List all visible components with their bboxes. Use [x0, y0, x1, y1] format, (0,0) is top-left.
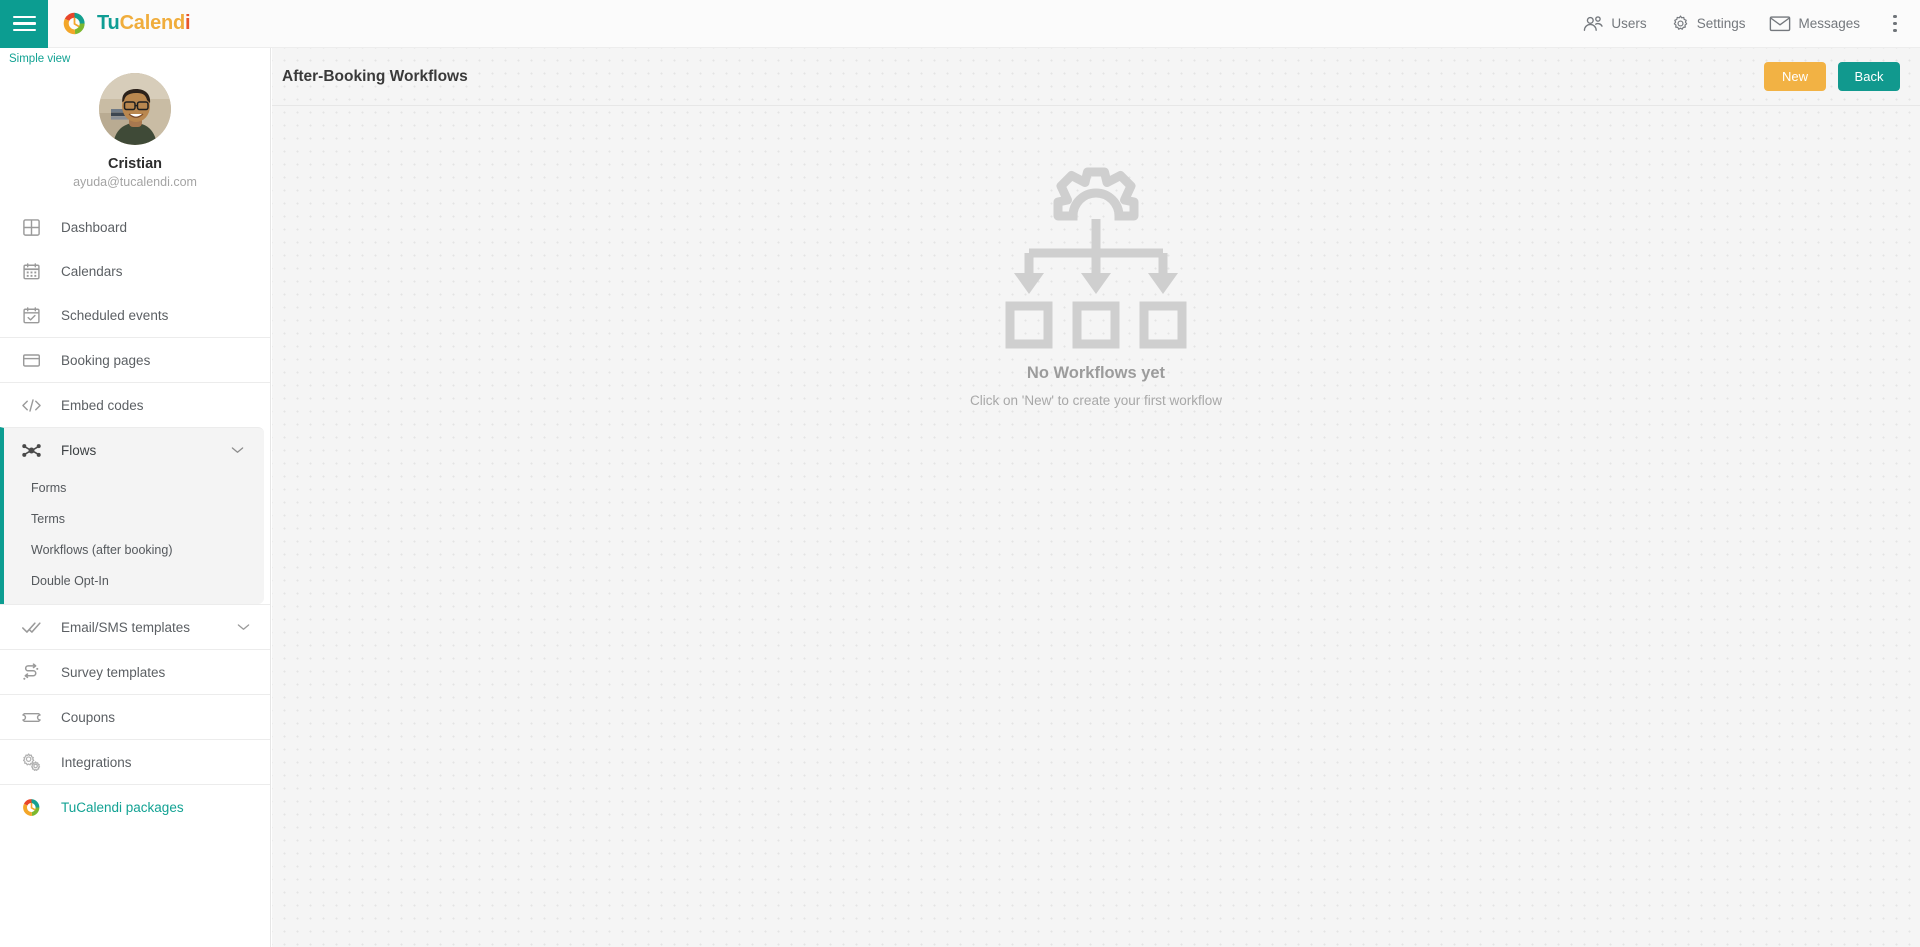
sidebar-item-label: TuCalendi packages [61, 799, 184, 815]
sidebar-item-booking-pages[interactable]: Booking pages [0, 338, 270, 382]
empty-state: No Workflows yet Click on 'New' to creat… [272, 106, 1920, 408]
sidebar-item-label: Email/SMS templates [61, 619, 191, 635]
hamburger-line [12, 15, 36, 19]
main-content: After-Booking Workflows New Back No Work… [272, 48, 1920, 947]
sidebar-item-label: Dashboard [61, 219, 128, 235]
sidebar-item-survey-templates[interactable]: Survey templates [0, 650, 270, 694]
profile-name: Cristian [108, 156, 162, 172]
empty-state-title: No Workflows yet [1026, 364, 1166, 382]
sidebar-subitem-workflows-after-booking[interactable]: Workflows (after booking) [4, 534, 264, 565]
sidebar-subitem-label: Terms [31, 511, 66, 526]
sidebar-item-scheduled-events[interactable]: Scheduled events [0, 293, 270, 337]
sidebar-item-label: Embed codes [61, 397, 144, 413]
sidebar-subitem-label: Workflows (after booking) [31, 542, 173, 557]
envelope-icon [1770, 16, 1791, 32]
page-header: After-Booking Workflows New Back [272, 48, 1920, 106]
empty-state-subtitle: Click on 'New' to create your first work… [970, 393, 1222, 408]
back-button[interactable]: Back [1838, 62, 1900, 91]
tucalendi-logo-icon [18, 797, 44, 818]
sidebar-subitem-terms[interactable]: Terms [4, 503, 264, 534]
profile-email: ayuda@tucalendi.com [73, 175, 197, 189]
nav-group: Dashboard Calendars Scheduled events [0, 205, 270, 337]
brand-text-i: i [185, 12, 191, 34]
avatar[interactable] [99, 73, 171, 145]
kebab-menu-icon[interactable] [1878, 0, 1912, 48]
page-header-actions: New Back [1764, 62, 1900, 91]
sidebar-item-label: Scheduled events [61, 307, 169, 323]
sidebar-item-label: Survey templates [61, 664, 166, 680]
gear-icon [1673, 15, 1687, 30]
sidebar-item-email-sms-templates[interactable]: Email/SMS templates [0, 605, 270, 649]
dashboard-grid-icon [18, 218, 44, 237]
messages-button[interactable]: Messages [1757, 0, 1872, 48]
tucalendi-logo-icon [63, 12, 85, 35]
hamburger-line [12, 22, 36, 25]
sidebar-subitem-label: Double Opt-In [31, 573, 109, 588]
sidebar-item-tucalendi-packages[interactable]: TuCalendi packages [0, 785, 270, 829]
window-icon [18, 351, 44, 370]
nav-group: Survey templates [0, 649, 270, 694]
page-title: After-Booking Workflows [282, 67, 468, 85]
calendar-check-icon [18, 306, 44, 325]
nav-group-flows: Flows Forms Terms Workflows (after booki… [0, 427, 264, 604]
double-check-icon [18, 618, 44, 637]
settings-button[interactable]: Settings [1659, 0, 1758, 48]
brand-text-tu: Tu [97, 12, 120, 34]
sidebar-item-label: Booking pages [61, 352, 151, 368]
users-button[interactable]: Users [1570, 0, 1658, 48]
sidebar-subitem-forms[interactable]: Forms [4, 472, 264, 503]
chevron-down-icon[interactable] [237, 623, 250, 631]
sidebar-item-label: Calendars [61, 263, 123, 279]
sidebar-item-flows[interactable]: Flows [4, 428, 264, 472]
gears-icon [18, 752, 44, 772]
sidebar-profile: Cristian ayuda@tucalendi.com [0, 67, 270, 205]
nav-group: Coupons [0, 694, 270, 739]
sidebar-item-coupons[interactable]: Coupons [0, 695, 270, 739]
top-bar: TuCalendi Users Settings Messages [0, 0, 1920, 48]
nav-group: TuCalendi packages [0, 784, 270, 829]
ticket-icon [18, 708, 44, 727]
nav-group: Booking pages [0, 337, 270, 382]
flows-node-icon [18, 441, 44, 460]
sidebar-item-label: Integrations [61, 754, 132, 770]
sidebar-item-label: Flows [61, 442, 97, 458]
messages-label: Messages [1798, 16, 1860, 31]
brand-wordmark: TuCalendi [97, 12, 191, 35]
workflow-diagram-icon [1005, 167, 1187, 349]
top-bar-actions: Users Settings Messages [1570, 0, 1920, 48]
new-button[interactable]: New [1764, 62, 1826, 91]
hamburger-icon[interactable] [0, 0, 48, 48]
nav-group: Email/SMS templates [0, 604, 270, 649]
kebab-dot [1893, 14, 1897, 19]
kebab-dot [1893, 21, 1897, 26]
sidebar-item-embed-codes[interactable]: Embed codes [0, 383, 270, 427]
sidebar-nav: Dashboard Calendars Scheduled events Boo… [0, 205, 270, 829]
sidebar-item-label: Coupons [61, 709, 116, 725]
simple-view-toggle[interactable]: Simple view [0, 48, 70, 65]
hamburger-line [12, 28, 36, 32]
brand-logo-link[interactable]: TuCalendi [61, 10, 191, 37]
user-avatar-photo [99, 73, 171, 145]
nav-group: Embed codes [0, 382, 270, 427]
users-label: Users [1611, 16, 1647, 31]
settings-label: Settings [1696, 16, 1746, 31]
code-brackets-icon [18, 396, 44, 415]
survey-arrows-icon [18, 662, 44, 682]
users-icon [1584, 15, 1604, 31]
sidebar-item-calendars[interactable]: Calendars [0, 249, 270, 293]
sidebar-item-integrations[interactable]: Integrations [0, 740, 270, 784]
nav-group: Integrations [0, 739, 270, 784]
sidebar-subitem-double-opt-in[interactable]: Double Opt-In [4, 565, 264, 596]
sidebar: Simple view Cristian ayuda@tucalendi.com… [0, 48, 271, 947]
calendar-icon [18, 262, 44, 281]
chevron-down-icon[interactable] [231, 446, 244, 454]
sidebar-item-dashboard[interactable]: Dashboard [0, 205, 270, 249]
brand-text-calend: Calend [119, 12, 186, 34]
kebab-dot [1893, 28, 1897, 33]
sidebar-subitem-label: Forms [31, 480, 67, 495]
